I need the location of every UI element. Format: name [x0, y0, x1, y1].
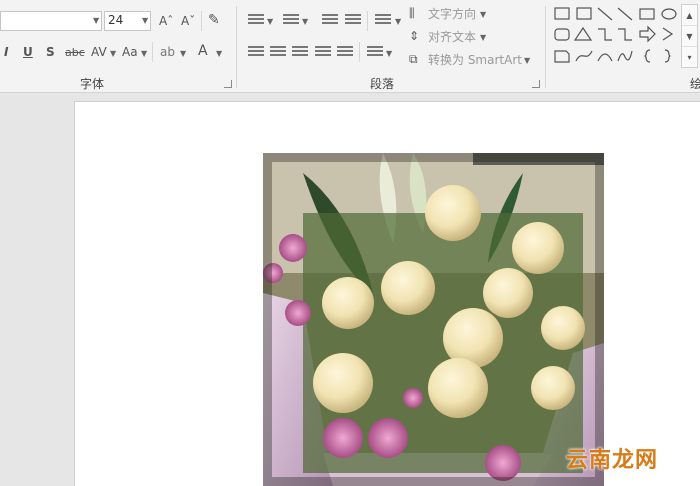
separator [152, 42, 153, 62]
bullets-icon[interactable] [248, 14, 264, 26]
paragraph-group-label: 段落 [370, 77, 395, 91]
gallery-more-icon[interactable]: ▾ [682, 47, 697, 68]
gallery-scrollbar[interactable]: ▲ ▼ ▾ [681, 4, 698, 68]
change-case-button[interactable]: Aa [122, 44, 138, 60]
elbow-connector-shape-icon [598, 28, 612, 41]
columns-dropdown-icon[interactable]: ▼ [386, 49, 392, 58]
curve-shape-icon [575, 50, 593, 62]
oval-shape-icon [661, 8, 677, 20]
font-color-dropdown-icon[interactable]: ▼ [216, 49, 222, 58]
gallery-up-icon[interactable]: ▲ [682, 5, 697, 26]
justify-icon[interactable] [315, 46, 331, 58]
strikethrough-button[interactable]: abc [65, 45, 85, 61]
line-shape-icon [597, 7, 613, 21]
separator [201, 11, 202, 31]
rose [425, 185, 481, 241]
char-spacing-dropdown-icon[interactable]: ▼ [110, 49, 116, 58]
rose [512, 222, 564, 274]
smartart-icon[interactable]: ⧉ [409, 51, 418, 67]
rectangle-shape-icon [639, 8, 655, 20]
arc-shape-icon [597, 53, 613, 62]
increase-indent-icon[interactable] [345, 14, 361, 26]
separator [367, 11, 368, 31]
left-brace-shape-icon [644, 49, 651, 63]
rose [322, 277, 374, 329]
align-left-icon[interactable] [248, 46, 264, 58]
font-dialog-launcher-icon[interactable] [224, 80, 232, 88]
snip-rectangle-shape-icon [554, 50, 570, 63]
font-size-dropdown-icon[interactable]: ▼ [142, 16, 148, 25]
shapes-gallery[interactable] [552, 5, 682, 69]
numbering-dropdown-icon[interactable]: ▼ [302, 17, 308, 26]
underline-button[interactable]: U [23, 44, 33, 60]
font-name-dropdown-icon[interactable]: ▼ [93, 16, 99, 25]
text-direction-dropdown-icon[interactable]: ▼ [480, 10, 486, 19]
shapes-gallery-grid [554, 7, 677, 63]
font-color-button[interactable]: A [198, 43, 208, 59]
wave-shape-icon [617, 50, 633, 62]
rose [541, 306, 585, 350]
rose [531, 366, 575, 410]
group-separator [545, 6, 546, 88]
align-text-dropdown-icon[interactable]: ▼ [480, 33, 486, 42]
vertical-text-box-shape-icon [576, 7, 592, 20]
text-direction-icon[interactable]: ⫼ [409, 5, 415, 21]
align-text-button[interactable]: 对齐文本 [428, 29, 476, 45]
font-size-value: 24 [108, 13, 124, 27]
align-text-icon[interactable]: ⇕ [409, 28, 419, 44]
shadow-button[interactable]: S [46, 44, 55, 60]
highlight-icon[interactable]: ab [160, 44, 175, 60]
italic-button[interactable]: I [4, 44, 8, 60]
convert-smartart-button[interactable]: 转换为 SmartArt [428, 52, 522, 68]
rose [483, 268, 533, 318]
rose [313, 353, 373, 413]
line-spacing-dropdown-icon[interactable]: ▼ [395, 17, 401, 26]
ribbon: ▼ 24 ▼ Aˆ Aˇ ✎ I U S abc AV ▼ Aa ▼ ab ▼ … [0, 0, 700, 93]
separator [359, 42, 360, 62]
pink-flower [368, 418, 408, 458]
watermark: 云南龙网 [566, 448, 659, 473]
convert-smartart-dropdown-icon[interactable]: ▼ [524, 56, 530, 65]
bouquet-illustration [263, 153, 604, 486]
pink-flower [403, 388, 423, 408]
columns-icon[interactable] [367, 46, 383, 58]
pink-flower [485, 445, 521, 481]
align-right-icon[interactable] [292, 46, 308, 58]
pink-flower [279, 234, 307, 262]
highlight-dropdown-icon[interactable]: ▼ [180, 49, 186, 58]
elbow-arrow-shape-icon [618, 28, 632, 41]
rose [381, 261, 435, 315]
paragraph-dialog-launcher-icon[interactable] [532, 80, 540, 88]
grow-font-button[interactable]: Aˆ [159, 13, 173, 29]
right-brace-shape-icon [664, 49, 671, 63]
gallery-down-icon[interactable]: ▼ [682, 26, 697, 47]
bullets-dropdown-icon[interactable]: ▼ [267, 17, 273, 26]
right-arrow-shape-icon [639, 25, 656, 43]
char-spacing-button[interactable]: AV [91, 44, 107, 60]
line-spacing-icon[interactable] [375, 14, 391, 26]
align-center-icon[interactable] [270, 46, 286, 58]
clear-formatting-icon[interactable]: ✎ [208, 12, 220, 28]
shrink-font-button[interactable]: Aˇ [181, 13, 195, 29]
decrease-indent-icon[interactable] [322, 14, 338, 26]
distributed-icon[interactable] [337, 46, 353, 58]
font-group-label: 字体 [80, 77, 105, 91]
text-box-shape-icon [554, 7, 570, 20]
drawing-group-label: 绘 [690, 77, 700, 91]
triangle-shape-icon [573, 26, 593, 41]
group-separator [236, 6, 237, 88]
arrow-line-shape-icon [617, 7, 633, 21]
numbering-icon[interactable] [283, 14, 299, 26]
bouquet-photo[interactable] [263, 153, 604, 486]
text-direction-button[interactable]: 文字方向 [428, 6, 476, 22]
pink-flower [323, 418, 363, 458]
chevron-shape-icon [662, 27, 674, 41]
change-case-dropdown-icon[interactable]: ▼ [141, 49, 147, 58]
rounded-rectangle-shape-icon [554, 28, 570, 41]
rose [428, 358, 488, 418]
font-name-box[interactable] [0, 11, 102, 31]
pink-flower [285, 300, 311, 326]
